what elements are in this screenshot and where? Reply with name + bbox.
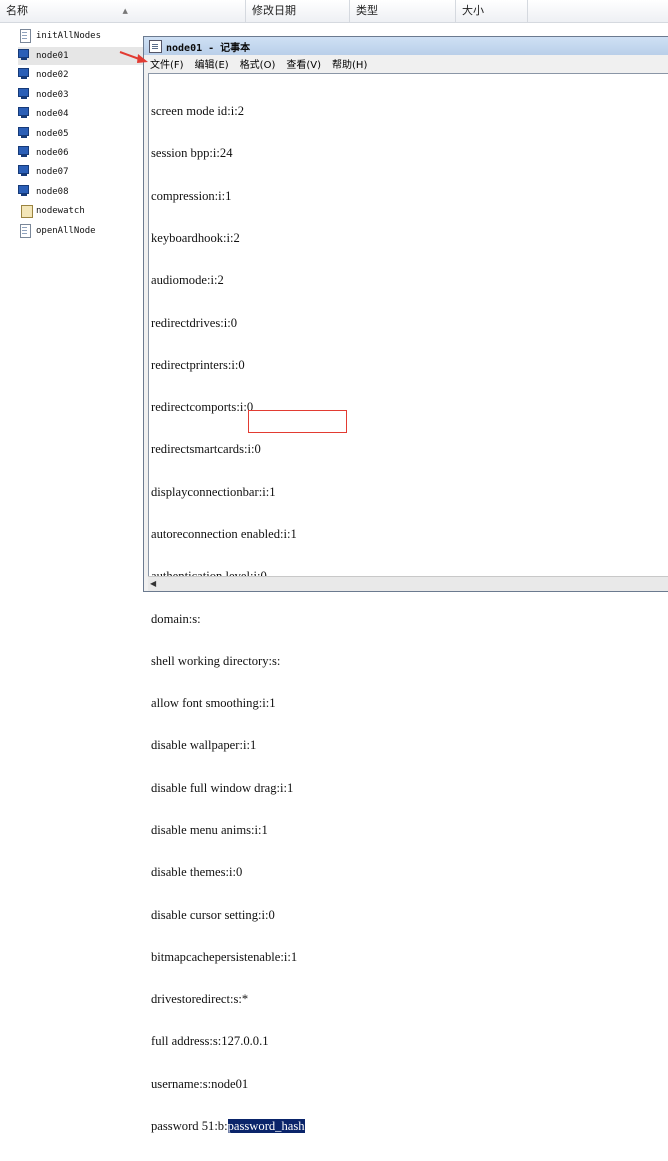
file-name: node08 bbox=[36, 187, 69, 197]
text-editor-area[interactable]: screen mode id:i:2 session bpp:i:24 comp… bbox=[148, 73, 668, 1133]
text-line: redirectprinters:i:0 bbox=[151, 357, 245, 372]
editor-content: screen mode id:i:2 session bpp:i:24 comp… bbox=[151, 76, 305, 1161]
annotation-arrow-icon bbox=[119, 51, 148, 63]
column-name[interactable]: 名称 ▲ bbox=[0, 0, 246, 22]
menu-format[interactable]: 格式(O) bbox=[234, 56, 281, 71]
menu-edit[interactable]: 编辑(E) bbox=[189, 56, 234, 71]
menu-file[interactable]: 文件(F) bbox=[144, 56, 189, 71]
text-line: disable themes:i:0 bbox=[151, 865, 243, 880]
menu-bar: 文件(F) 编辑(E) 格式(O) 查看(V) 帮助(H) bbox=[144, 55, 668, 72]
file-name: node07 bbox=[36, 167, 69, 177]
file-name: node03 bbox=[36, 90, 69, 100]
window-title: node01 - 记事本 bbox=[166, 42, 251, 54]
text-line: audiomode:i:2 bbox=[151, 273, 224, 288]
notepad-window: node01 - 记事本 文件(F) 编辑(E) 格式(O) 查看(V) 帮助(… bbox=[143, 36, 668, 1133]
list-item[interactable]: nodewatch bbox=[18, 202, 143, 220]
text-line: keyboardhook:i:2 bbox=[151, 231, 240, 246]
password-label: password 51:b: bbox=[151, 1118, 228, 1133]
sort-up-icon: ▲ bbox=[122, 7, 128, 15]
list-item[interactable]: node07 bbox=[18, 163, 143, 181]
text-line: session bpp:i:24 bbox=[151, 146, 233, 161]
text-line: redirectdrives:i:0 bbox=[151, 315, 238, 330]
remote-desktop-icon bbox=[18, 165, 31, 179]
list-item[interactable]: node04 bbox=[18, 105, 143, 123]
file-name: node02 bbox=[36, 70, 69, 80]
text-line: domain:s: bbox=[151, 611, 201, 626]
text-line: disable menu anims:i:1 bbox=[151, 822, 268, 837]
text-line: redirectsmartcards:i:0 bbox=[151, 442, 261, 457]
list-item[interactable]: node05 bbox=[18, 125, 143, 143]
remote-desktop-icon bbox=[18, 185, 31, 199]
file-name: openAllNode bbox=[36, 226, 96, 236]
text-line: username:s:node01 bbox=[151, 1076, 249, 1091]
remote-desktop-icon bbox=[18, 49, 31, 63]
text-line: full address:s:127.0.0.1 bbox=[151, 1034, 269, 1049]
remote-desktop-icon bbox=[18, 146, 31, 160]
annotation-highlight-box bbox=[248, 410, 347, 433]
batch-icon bbox=[18, 204, 33, 218]
column-modified-label: 修改日期 bbox=[252, 4, 296, 17]
menu-view[interactable]: 查看(V) bbox=[280, 56, 326, 71]
text-line: disable full window drag:i:1 bbox=[151, 780, 294, 795]
list-item[interactable]: openAllNode bbox=[18, 222, 143, 240]
file-name: node04 bbox=[36, 109, 69, 119]
file-name: initAllNodes bbox=[36, 31, 102, 41]
column-type[interactable]: 类型 bbox=[350, 0, 456, 22]
menu-help[interactable]: 帮助(H) bbox=[326, 56, 372, 71]
list-item[interactable]: initAllNodes bbox=[18, 27, 143, 45]
list-item[interactable]: node08 bbox=[18, 183, 143, 201]
file-list: initAllNodes node01 node02 node03 node04… bbox=[0, 22, 150, 592]
notepad-titlebar[interactable]: node01 - 记事本 bbox=[144, 37, 668, 55]
column-type-label: 类型 bbox=[356, 4, 378, 17]
file-name: node05 bbox=[36, 129, 69, 139]
remote-desktop-icon bbox=[18, 88, 31, 102]
file-name: node06 bbox=[36, 148, 69, 158]
column-modified[interactable]: 修改日期 bbox=[246, 0, 350, 22]
remote-desktop-icon bbox=[18, 127, 31, 141]
scroll-left-icon[interactable]: ◀ bbox=[150, 579, 159, 588]
text-line: screen mode id:i:2 bbox=[151, 104, 245, 119]
column-size-label: 大小 bbox=[462, 4, 484, 17]
text-line: autoreconnection enabled:i:1 bbox=[151, 527, 297, 541]
text-line: disable wallpaper:i:1 bbox=[151, 738, 257, 753]
selected-text: password_hash bbox=[227, 1118, 305, 1133]
column-name-label: 名称 bbox=[6, 4, 28, 17]
script-icon bbox=[18, 29, 31, 43]
file-name: node01 bbox=[36, 51, 69, 61]
list-item[interactable]: node03 bbox=[18, 86, 143, 104]
file-name: nodewatch bbox=[36, 206, 85, 216]
list-item[interactable]: node02 bbox=[18, 66, 143, 84]
remote-desktop-icon bbox=[18, 68, 31, 82]
text-line-password: password 51:b:password_hash bbox=[151, 1118, 305, 1133]
remote-desktop-icon bbox=[18, 107, 31, 121]
horizontal-scrollbar[interactable]: ◀ bbox=[148, 576, 668, 591]
script-icon bbox=[18, 224, 31, 238]
text-line: shell working directory:s: bbox=[151, 653, 281, 668]
text-line: bitmapcachepersistenable:i:1 bbox=[151, 949, 298, 964]
explorer-column-header: 名称 ▲ 修改日期 类型 大小 bbox=[0, 0, 668, 23]
text-line: allow font smoothing:i:1 bbox=[151, 696, 276, 711]
text-line: drivestoredirect:s:* bbox=[151, 992, 249, 1007]
text-line: disable cursor setting:i:0 bbox=[151, 907, 275, 922]
column-size[interactable]: 大小 bbox=[456, 0, 528, 22]
text-line: compression:i:1 bbox=[151, 188, 232, 203]
notepad-icon bbox=[149, 39, 162, 53]
text-line: displayconnectionbar:i:1 bbox=[151, 484, 276, 499]
list-item[interactable]: node06 bbox=[18, 144, 143, 162]
